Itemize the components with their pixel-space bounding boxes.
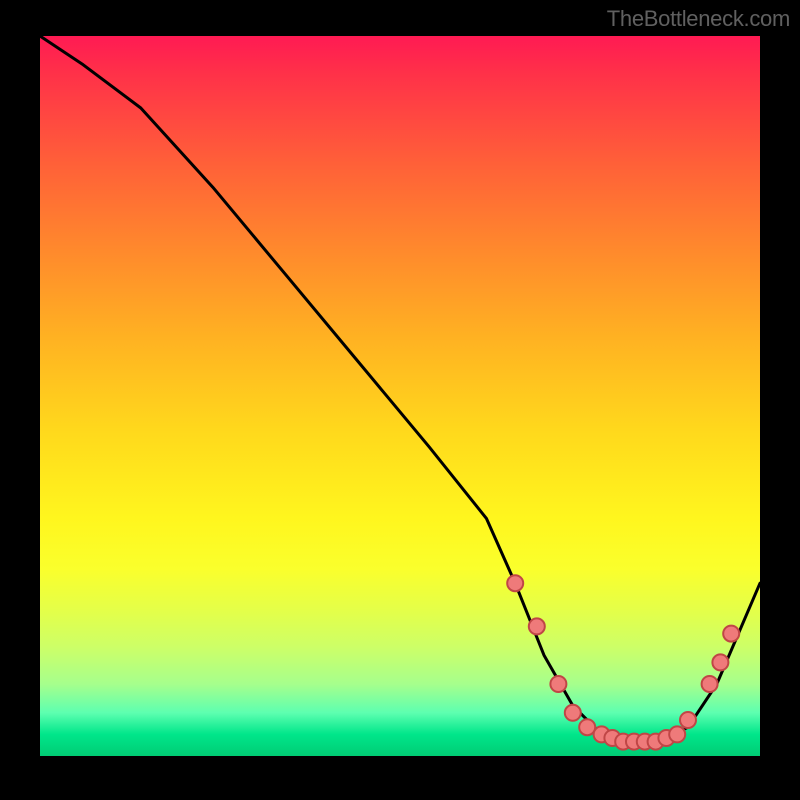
plot-area bbox=[40, 36, 760, 756]
data-marker bbox=[723, 626, 739, 642]
watermark-text: TheBottleneck.com bbox=[607, 6, 790, 32]
data-marker bbox=[529, 618, 545, 634]
data-marker bbox=[507, 575, 523, 591]
data-marker bbox=[702, 676, 718, 692]
bottleneck-curve bbox=[40, 36, 760, 742]
data-marker bbox=[565, 705, 581, 721]
data-marker bbox=[669, 726, 685, 742]
data-marker bbox=[680, 712, 696, 728]
data-marker bbox=[712, 654, 728, 670]
data-marker bbox=[550, 676, 566, 692]
chart-frame: TheBottleneck.com bbox=[0, 0, 800, 800]
plot-svg bbox=[40, 36, 760, 756]
marker-group bbox=[507, 575, 739, 749]
